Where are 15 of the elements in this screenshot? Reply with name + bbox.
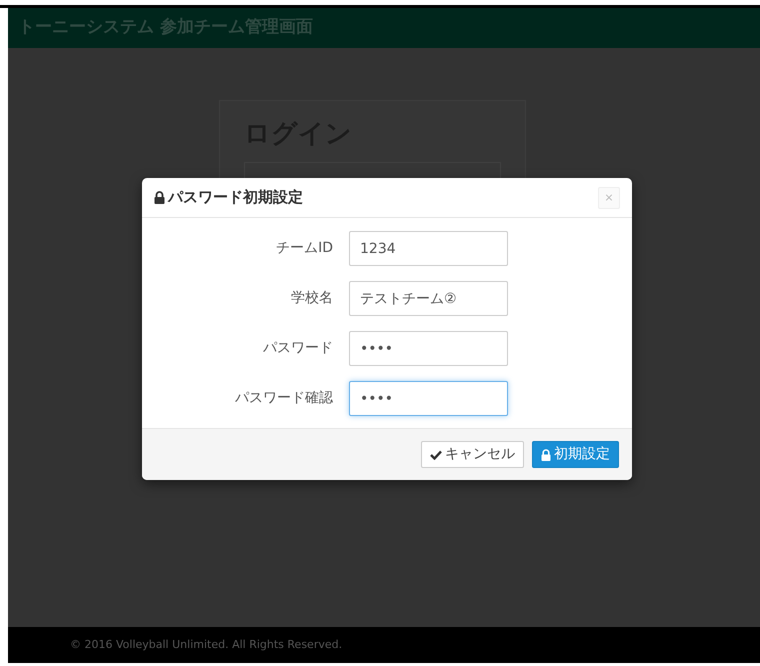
lock-icon: [541, 448, 551, 460]
cancel-button[interactable]: キャンセル: [421, 441, 524, 468]
field-label: 学校名: [290, 289, 334, 308]
copyright-text: © 2016 Volleyball Unlimited. All Rights Reserved.: [70, 636, 342, 653]
lock-icon: [154, 191, 165, 204]
field-label: パスワード確認: [234, 389, 334, 408]
input-field[interactable]: ••••: [349, 381, 508, 416]
submit-button[interactable]: 初期設定: [532, 441, 619, 468]
field-label: チームID: [275, 239, 334, 258]
field-label: パスワード: [262, 339, 334, 358]
dialog-title: パスワード初期設定: [168, 187, 303, 208]
input-field[interactable]: ••••: [349, 331, 508, 366]
input-field[interactable]: テストチーム②: [349, 281, 508, 316]
input-field[interactable]: 1234: [349, 231, 508, 266]
check-icon: [430, 450, 442, 460]
